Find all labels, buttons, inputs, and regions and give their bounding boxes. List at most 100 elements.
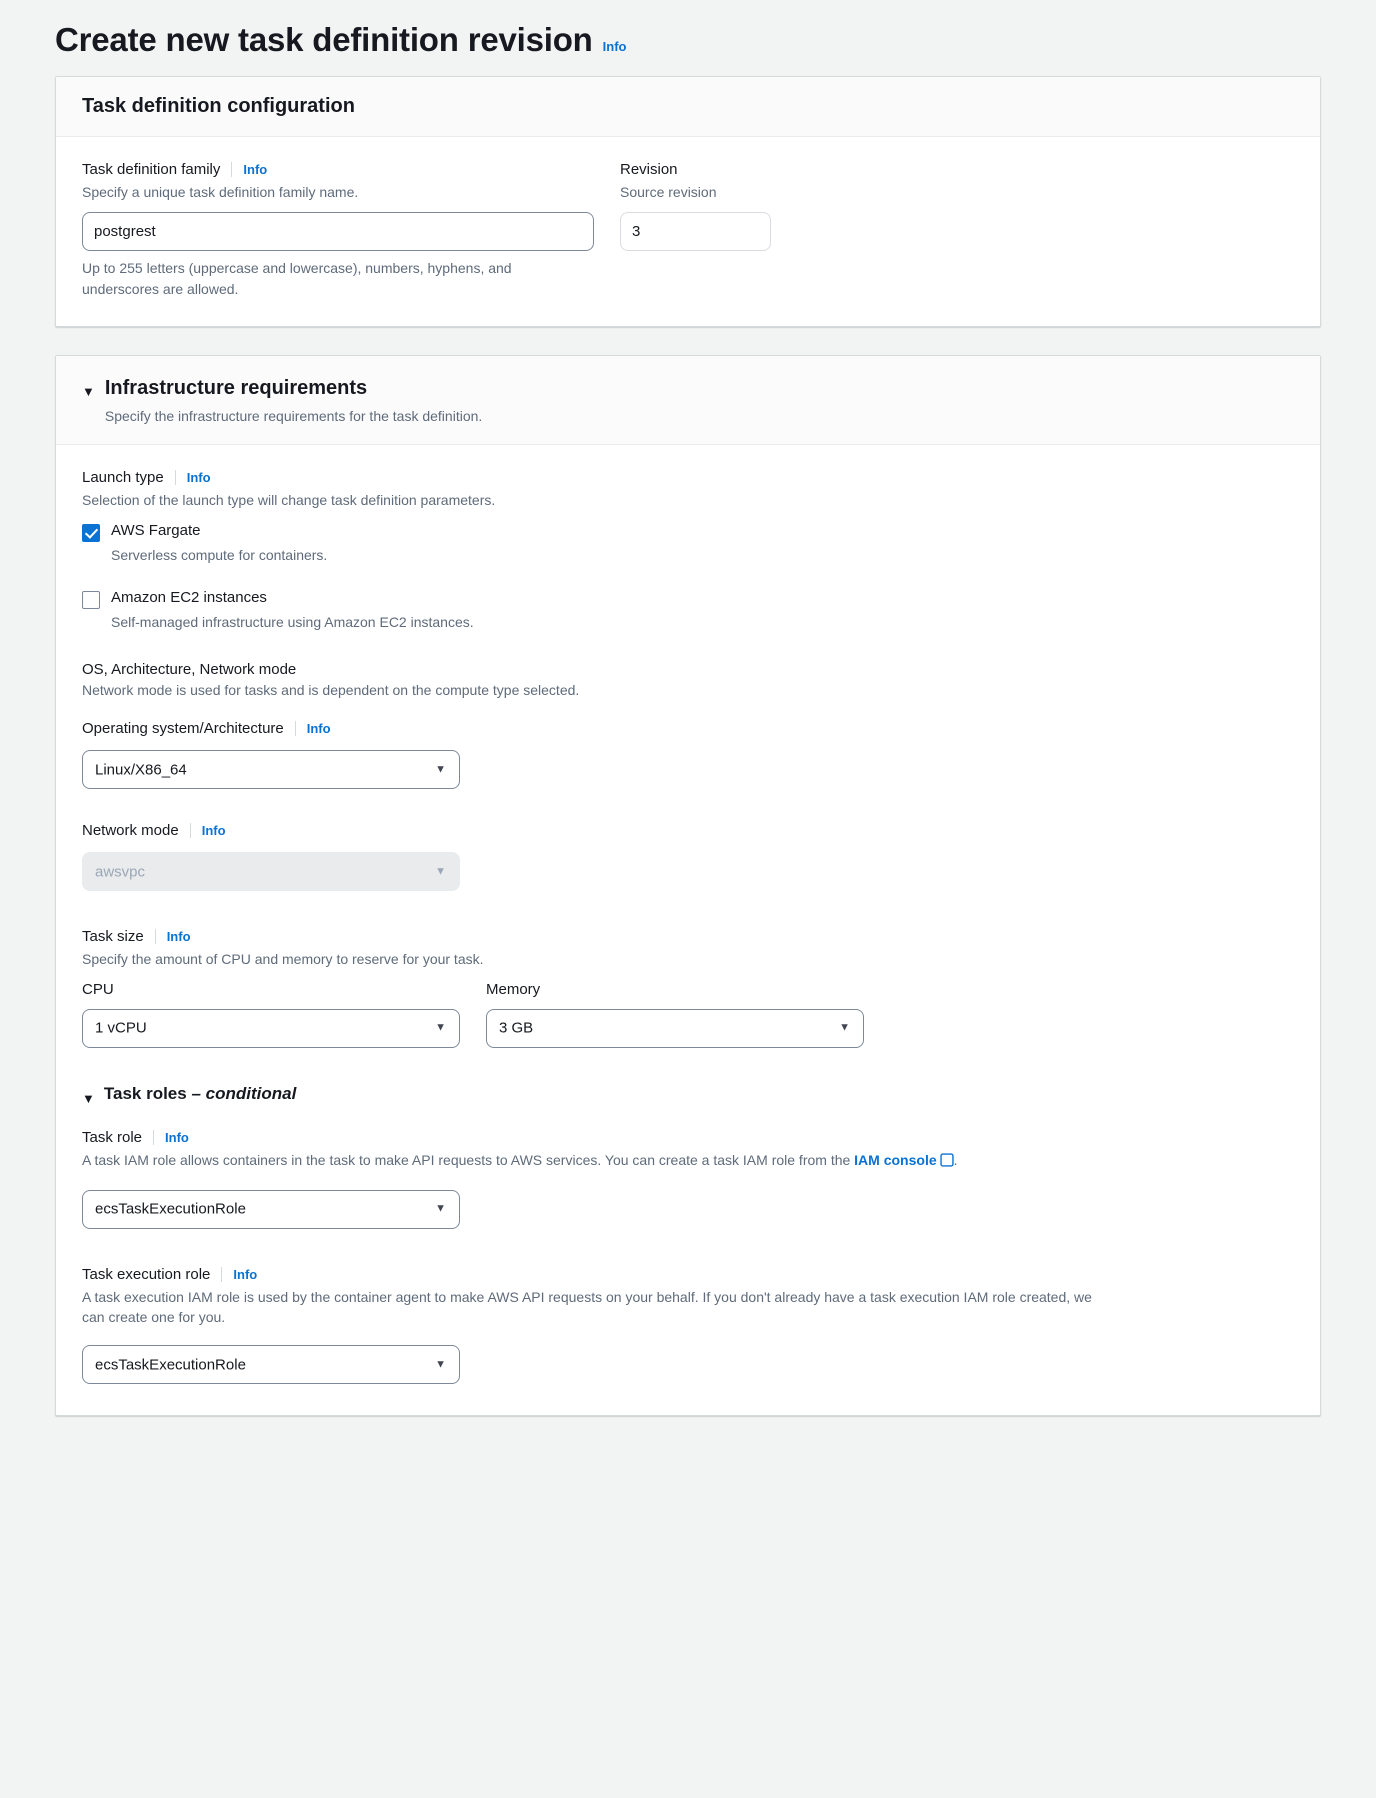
task-role-label: Task role [82, 1128, 143, 1146]
chevron-down-icon: ▼ [435, 865, 446, 878]
network-mode-field: Network mode Info awsvpc ▼ [82, 820, 1294, 896]
task-size-row: CPU 1 vCPU ▼ Memory 3 GB ▼ [82, 979, 1294, 1053]
chevron-down-icon: ▼ [435, 1021, 446, 1034]
revision-field: Revision Source revision [620, 159, 795, 299]
task-execution-role-label-row: Task execution role Info [82, 1264, 1294, 1285]
task-role-field: Task role Info A task IAM role allows co… [82, 1127, 1294, 1234]
card-title: Task definition configuration [82, 95, 355, 118]
task-definition-family-field: Task definition family Info Specify a un… [82, 159, 594, 299]
network-mode-value: awsvpc [95, 863, 146, 881]
cpu-value: 1 vCPU [95, 1019, 147, 1037]
launch-type-option-ec2: Amazon EC2 instances Self-managed infras… [82, 588, 1294, 633]
launch-type-option-fargate: AWS Fargate Serverless compute for conta… [82, 521, 1294, 566]
label-divider [221, 1266, 223, 1282]
task-execution-role-field: Task execution role Info A task executio… [82, 1264, 1294, 1390]
chevron-down-icon: ▼ [435, 1202, 446, 1215]
task-role-select[interactable]: ecsTaskExecutionRole ▼ [82, 1189, 460, 1229]
revision-label: Revision [620, 161, 678, 179]
task-execution-role-value: ecsTaskExecutionRole [95, 1356, 246, 1374]
operating-system-value: Linux/X86_64 [95, 761, 187, 779]
card-header: Task definition configuration [56, 77, 1320, 138]
task-definition-family-input[interactable] [82, 211, 594, 251]
page-info-link[interactable]: Info [603, 39, 627, 54]
infrastructure-requirements-description: Specify the infrastructure requirements … [104, 407, 483, 424]
task-roles-title-text: Task roles [103, 1083, 192, 1103]
family-description: Specify a unique task definition family … [82, 184, 359, 201]
task-execution-role-description: A task execution IAM role is used by the… [82, 1288, 1092, 1326]
chevron-down-icon[interactable]: ▼ [82, 385, 95, 398]
launch-type-field: Launch type Info Selection of the launch… [82, 467, 1294, 632]
launch-type-info-link[interactable]: Info [187, 470, 211, 485]
launch-type-label-row: Launch type Info [82, 467, 1294, 488]
memory-select[interactable]: 3 GB ▼ [486, 1008, 864, 1048]
checkbox-fargate[interactable] [82, 524, 100, 543]
label-divider [174, 470, 176, 486]
checkbox-row-ec2[interactable]: Amazon EC2 instances [82, 588, 1294, 610]
task-roles-title-conditional: – conditional [191, 1083, 297, 1103]
operating-system-label: Operating system/Architecture [82, 720, 284, 738]
family-constraint-text: Up to 255 letters (uppercase and lowerca… [82, 259, 512, 297]
chevron-down-icon: ▼ [435, 763, 446, 776]
label-divider [189, 823, 191, 839]
os-arch-network-description: Network mode is used for tasks and is de… [82, 681, 580, 698]
checkbox-ec2[interactable] [82, 591, 100, 610]
chevron-down-icon[interactable]: ▼ [82, 1092, 95, 1105]
infrastructure-requirements-card: ▼ Infrastructure requirements Specify th… [55, 354, 1321, 1417]
task-execution-role-select[interactable]: ecsTaskExecutionRole ▼ [82, 1345, 460, 1385]
label-divider [154, 929, 156, 945]
task-size-info-link[interactable]: Info [167, 929, 191, 944]
memory-label: Memory [486, 980, 541, 998]
infrastructure-requirements-header[interactable]: ▼ Infrastructure requirements Specify th… [56, 355, 1320, 446]
label-divider [153, 1129, 155, 1145]
network-mode-label-row: Network mode Info [82, 820, 1294, 841]
launch-type-label: Launch type [82, 469, 164, 487]
task-size-description: Specify the amount of CPU and memory to … [82, 951, 484, 968]
task-definition-configuration-card: Task definition configuration Task defin… [55, 76, 1321, 327]
task-roles-section-title: Task roles – conditional [104, 1084, 296, 1104]
checkbox-label-ec2: Amazon EC2 instances [111, 589, 267, 607]
family-revision-row: Task definition family Info Specify a un… [82, 159, 1294, 299]
launch-type-description: Selection of the launch type will change… [82, 492, 496, 509]
family-info-link[interactable]: Info [243, 162, 267, 177]
task-role-info-link[interactable]: Info [165, 1130, 189, 1145]
operating-system-label-row: Operating system/Architecture Info [82, 718, 1294, 739]
task-role-label-row: Task role Info [82, 1127, 1294, 1148]
page-header: Create new task definition revision Info [0, 0, 1376, 76]
checkbox-label-fargate: AWS Fargate [111, 522, 201, 540]
card-body: Task definition family Info Specify a un… [56, 137, 1320, 325]
chevron-down-icon: ▼ [839, 1021, 850, 1034]
task-execution-role-info-link[interactable]: Info [233, 1267, 257, 1282]
task-role-description-before: A task IAM role allows containers in the… [82, 1151, 855, 1168]
infrastructure-requirements-title: Infrastructure requirements [104, 376, 368, 399]
page-root: Create new task definition revision Info… [0, 0, 1376, 1484]
page-title: Create new task definition revision [55, 21, 593, 58]
checkbox-row-fargate[interactable]: AWS Fargate [82, 521, 1294, 543]
operating-system-info-link[interactable]: Info [307, 721, 331, 736]
network-mode-label: Network mode [82, 822, 179, 840]
infrastructure-header-text: Infrastructure requirements Specify the … [105, 376, 482, 427]
task-size-label: Task size [82, 928, 144, 946]
network-mode-info-link[interactable]: Info [202, 823, 226, 838]
task-role-value: ecsTaskExecutionRole [95, 1200, 246, 1218]
family-label-row: Task definition family Info [82, 159, 594, 180]
revision-input[interactable] [620, 211, 771, 251]
task-size-field: Task size Info Specify the amount of CPU… [82, 926, 1294, 1052]
os-arch-network-heading: OS, Architecture, Network mode [82, 660, 297, 678]
family-label: Task definition family [82, 161, 221, 179]
memory-field: Memory 3 GB ▼ [486, 979, 864, 1053]
task-roles-section-header[interactable]: ▼ Task roles – conditional [82, 1083, 1294, 1105]
external-link-icon[interactable] [939, 1152, 954, 1172]
cpu-select[interactable]: 1 vCPU ▼ [82, 1008, 460, 1048]
checkbox-sub-ec2: Self-managed infrastructure using Amazon… [111, 614, 474, 631]
label-divider [294, 721, 296, 737]
cpu-field: CPU 1 vCPU ▼ [82, 979, 460, 1053]
revision-label-row: Revision [620, 159, 795, 180]
iam-console-link[interactable]: IAM console [854, 1152, 936, 1168]
label-divider [231, 162, 233, 178]
chevron-down-icon: ▼ [435, 1358, 446, 1371]
task-role-description: A task IAM role allows containers in the… [82, 1150, 1162, 1172]
task-execution-role-label: Task execution role [82, 1265, 211, 1283]
revision-description: Source revision [620, 184, 717, 201]
task-role-description-after: . [953, 1151, 958, 1168]
operating-system-select[interactable]: Linux/X86_64 ▼ [82, 750, 460, 790]
